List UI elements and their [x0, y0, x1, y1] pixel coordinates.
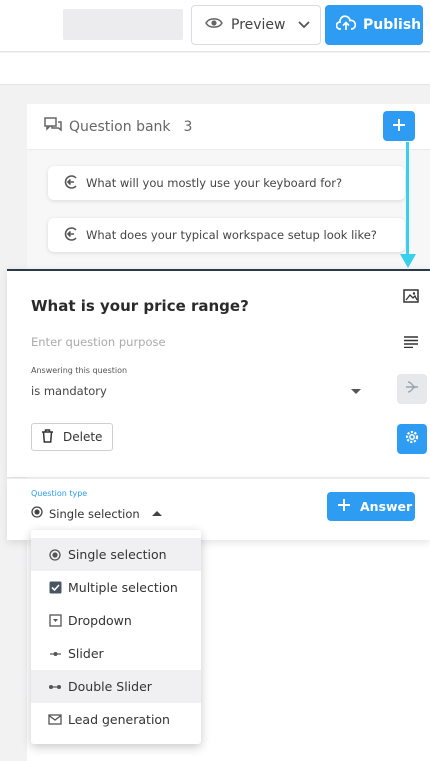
question-bank-item-text: What does your typical workspace setup l…	[86, 228, 377, 242]
menu-item-double-slider[interactable]: Double Slider	[31, 670, 201, 703]
radio-icon	[48, 548, 62, 562]
trash-icon	[41, 428, 54, 446]
caret-up-icon	[151, 511, 162, 516]
menu-item-multiple-selection[interactable]: Multiple selection	[31, 571, 201, 604]
publish-label: Publish	[363, 17, 422, 33]
plus-icon	[337, 498, 351, 515]
menu-item-dropdown[interactable]: Dropdown	[31, 604, 201, 637]
question-bank-item[interactable]: What does your typical workspace setup l…	[48, 218, 405, 252]
double-slider-icon	[48, 680, 62, 694]
menu-item-label: Single selection	[68, 547, 167, 562]
branching-button[interactable]	[397, 374, 427, 404]
drag-arrow-head	[400, 254, 416, 268]
chevron-down-icon	[297, 17, 310, 33]
question-type-label: Question type	[31, 489, 88, 498]
menu-item-label: Slider	[68, 646, 104, 661]
question-bank-item-text: What will you mostly use your keyboard f…	[86, 176, 343, 190]
delete-button[interactable]: Delete	[31, 423, 113, 451]
menu-item-label: Lead generation	[68, 712, 170, 727]
form-title-placeholder[interactable]	[63, 9, 183, 40]
gear-icon	[404, 429, 420, 449]
question-type-menu: Single selection Multiple selection Drop…	[31, 530, 201, 744]
menu-item-single-selection[interactable]: Single selection	[31, 538, 201, 571]
question-title[interactable]: What is your price range?	[31, 297, 249, 315]
question-bank-header: Question bank 3	[27, 104, 430, 150]
preview-button[interactable]: Preview	[191, 5, 321, 45]
checkbox-icon	[48, 581, 62, 595]
answer-label: Answer	[360, 499, 413, 514]
text-align-icon[interactable]	[402, 334, 420, 350]
sub-toolbar	[0, 53, 430, 85]
delete-label: Delete	[63, 430, 103, 444]
preview-label: Preview	[231, 17, 286, 33]
radio-icon	[31, 506, 43, 521]
question-type-select[interactable]: Single selection	[31, 506, 162, 521]
top-bar: Preview Publish	[0, 0, 430, 52]
cloud-upload-icon	[335, 15, 357, 35]
settings-button[interactable]	[397, 424, 427, 454]
publish-button[interactable]: Publish	[325, 5, 423, 45]
branch-icon	[404, 379, 420, 399]
dropdown-icon	[48, 614, 62, 628]
answering-label: Answering this question	[31, 366, 128, 375]
drag-arrow-line	[406, 142, 409, 258]
question-type-value: Single selection	[49, 506, 140, 521]
eye-icon	[205, 17, 223, 33]
menu-item-lead-generation[interactable]: Lead generation	[31, 703, 201, 736]
slider-icon	[48, 647, 62, 661]
insert-question-icon	[63, 174, 79, 193]
add-question-button[interactable]	[383, 111, 415, 141]
insert-question-icon	[63, 226, 79, 245]
menu-item-slider[interactable]: Slider	[31, 637, 201, 670]
caret-down-icon[interactable]	[351, 389, 361, 394]
question-bank-item[interactable]: What will you mostly use your keyboard f…	[48, 166, 405, 200]
menu-item-label: Multiple selection	[68, 580, 178, 595]
question-bank-title: Question bank	[69, 118, 171, 135]
chat-bubbles-icon	[44, 116, 62, 137]
menu-item-label: Dropdown	[68, 613, 132, 628]
question-bank-count: 3	[183, 118, 193, 135]
image-icon[interactable]	[402, 288, 420, 304]
menu-item-label: Double Slider	[68, 679, 152, 694]
plus-icon	[392, 117, 406, 136]
answering-select[interactable]: is mandatory	[31, 384, 107, 398]
mail-icon	[48, 713, 62, 727]
question-purpose-input[interactable]: Enter question purpose	[31, 335, 166, 349]
add-answer-button[interactable]: Answer	[327, 492, 415, 521]
